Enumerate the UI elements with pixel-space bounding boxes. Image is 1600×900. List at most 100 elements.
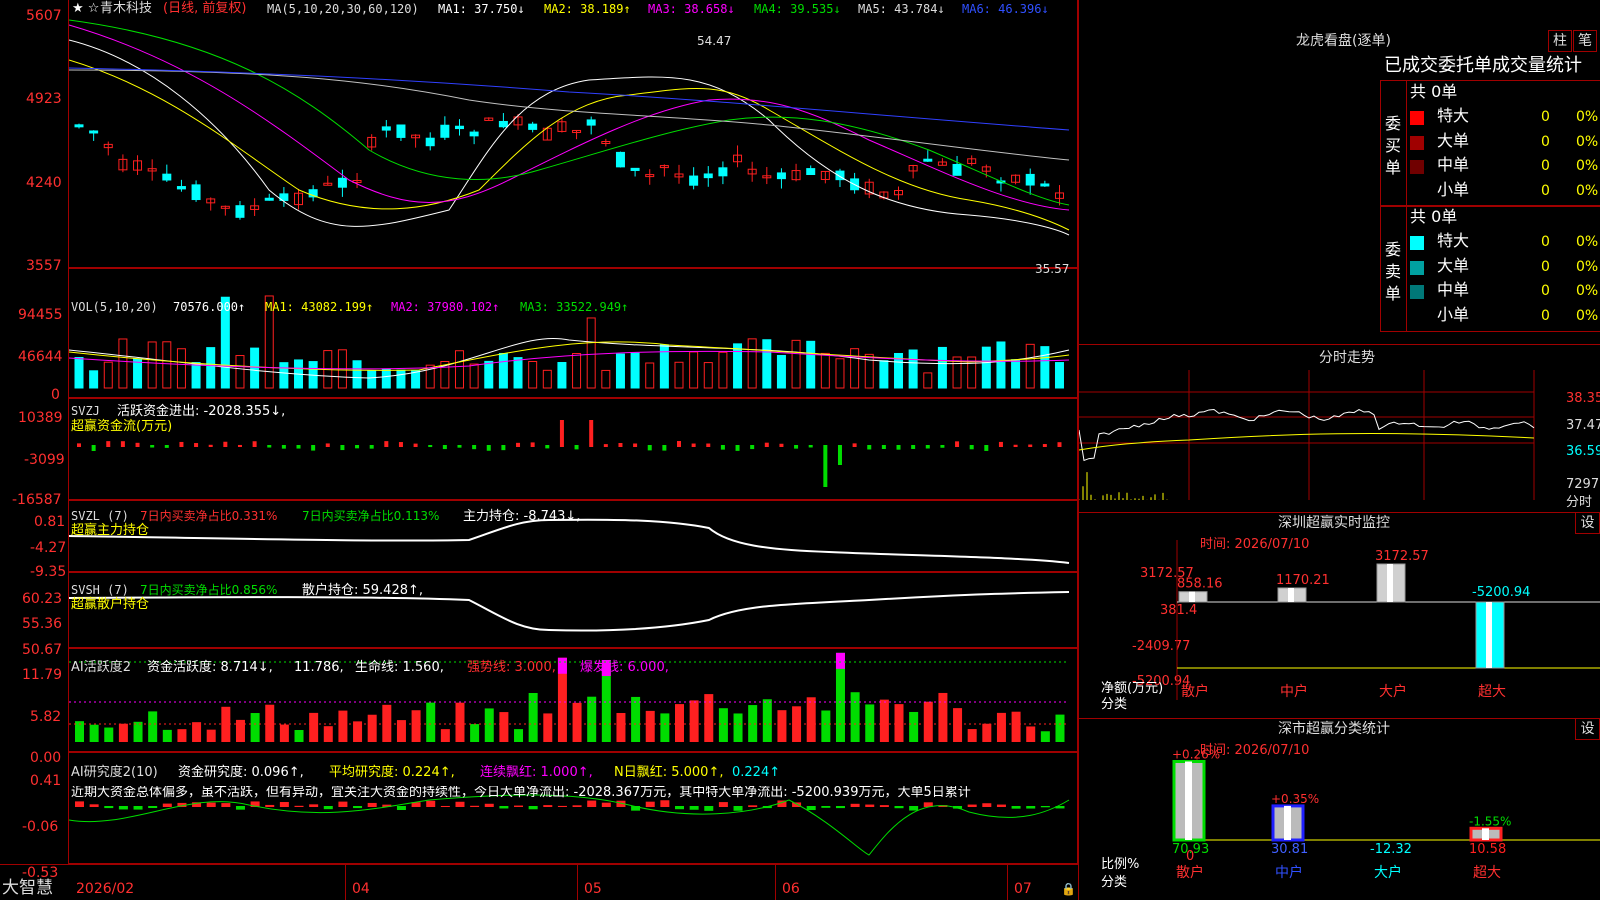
volume-bar <box>586 317 596 389</box>
research-bar <box>996 804 1006 807</box>
fund-flow-bar <box>706 443 711 447</box>
intraday-chart[interactable] <box>1079 370 1600 510</box>
favorite-stars-icon[interactable]: ★ ☆ <box>72 2 99 15</box>
intraday-vol-unit: 分时 <box>1566 495 1593 510</box>
fund-flow-bar <box>223 441 228 447</box>
ai1-tick: 5.82 <box>30 709 62 725</box>
fund-flow-bar <box>208 444 213 447</box>
svzl-c: 主力持仓: -8.743↓, <box>463 509 581 524</box>
activity-bar <box>953 708 963 742</box>
activity-bar <box>1040 731 1050 742</box>
sell-row-count: 0 <box>1541 283 1550 299</box>
kline-candle <box>776 172 786 180</box>
classify-settings-button[interactable]: 设 <box>1575 718 1600 740</box>
ai1-c: 生命线: 1.560, <box>355 660 444 675</box>
kline-candle <box>703 173 713 179</box>
volume-bar <box>923 372 933 389</box>
research-bar <box>470 805 480 807</box>
monitor-bar-highlight <box>1288 587 1294 602</box>
volume-bar <box>279 362 289 389</box>
research-bar <box>484 803 494 807</box>
fund-flow-bar <box>574 445 579 450</box>
activity-bar <box>206 729 216 742</box>
research-line <box>69 794 1070 856</box>
brand-logo[interactable]: 大智慧 <box>2 880 53 897</box>
volume-bar <box>630 352 640 389</box>
buy-color-swatch <box>1410 184 1424 199</box>
research-bar <box>396 806 406 811</box>
sell-row-name: 中单 <box>1437 280 1470 299</box>
svzj-subtitle: 超赢资金流(万元) <box>71 419 173 434</box>
volume-bar <box>937 346 947 389</box>
activity-bar <box>455 702 465 742</box>
fund-flow-bar <box>633 443 638 447</box>
fund-flow-bar <box>281 445 286 449</box>
activity-bar <box>89 724 99 742</box>
monitor-bar-highlight <box>1387 564 1393 602</box>
lock-icon[interactable]: 🔒 <box>1061 883 1076 895</box>
activity-bar <box>514 729 524 742</box>
volume-bar <box>1011 359 1021 389</box>
vol-ma1: MA1: 43082.199↑ <box>265 300 374 314</box>
fund-flow-bar <box>881 445 886 450</box>
date-label: 05 <box>584 881 602 897</box>
svzj-name: SVZJ <box>71 404 100 418</box>
classify-category-label: 大户 <box>1374 864 1402 881</box>
research-bar <box>821 806 831 808</box>
bar-mode-button[interactable]: 柱 <box>1548 30 1572 52</box>
fund-flow-bar <box>559 420 564 447</box>
fund-flow-bar <box>823 445 828 487</box>
research-bar <box>1011 806 1021 809</box>
kline-candle <box>89 130 99 134</box>
svzl-subtitle: 超赢主力持仓 <box>71 523 150 538</box>
kline-candle <box>337 177 347 188</box>
volume-bar <box>469 363 479 389</box>
main-position-line <box>69 518 1070 564</box>
activity-bar <box>879 699 889 742</box>
monitor-bar-highlight <box>1189 591 1195 602</box>
svzl-tick: -4.27 <box>30 540 67 556</box>
ai1-tick: 11.79 <box>22 667 63 683</box>
fund-flow-bar <box>164 445 169 448</box>
activity-bar <box>777 710 787 742</box>
activity-bar <box>148 711 158 742</box>
kline-candle <box>235 205 245 218</box>
monitor-value-label: 3172.57 <box>1375 549 1429 564</box>
activity-bar <box>689 700 699 742</box>
activity-bar <box>470 724 480 742</box>
order-stats-subtitle: 已成交委托单成交量统计 <box>1384 55 1582 76</box>
activity-bar <box>704 694 714 742</box>
fund-flow-bar <box>925 445 930 449</box>
activity-bar <box>675 704 684 742</box>
research-bar <box>748 805 758 807</box>
ai2-b: 平均研究度: 0.224↑, <box>329 765 455 780</box>
monitor-category-label: 超大 <box>1478 684 1506 700</box>
research-bar <box>879 805 889 807</box>
volume-bar <box>1040 346 1050 389</box>
activity-bar <box>279 724 289 742</box>
research-bar <box>367 802 377 807</box>
kline-candle <box>923 158 933 162</box>
fund-flow-bar <box>428 445 433 448</box>
ma2-value: MA2: 38.189↑ <box>544 2 631 16</box>
ma-line <box>69 39 1070 236</box>
fund-flow-bar <box>618 442 623 447</box>
classify-bar-highlight <box>1482 828 1489 840</box>
monitor-settings-button[interactable]: 设 <box>1575 512 1600 534</box>
sell-row-percent: 0% <box>1576 307 1599 324</box>
fund-flow-bar <box>677 441 681 447</box>
activity-bar <box>440 729 450 742</box>
ma1-value: MA1: 37.750↓ <box>438 2 525 16</box>
ai2-name: AI研究度2(10) <box>71 765 158 780</box>
research-bar <box>1040 806 1050 808</box>
fund-flow-bar <box>267 445 272 448</box>
fund-flow-bar <box>867 445 872 450</box>
chart-mode[interactable]: (日线, 前复权) <box>163 2 246 15</box>
activity-bar <box>162 729 172 742</box>
fund-flow-bar <box>135 442 140 447</box>
tick-mode-button[interactable]: 笔 <box>1573 30 1597 52</box>
kline-chart[interactable] <box>69 0 1077 864</box>
research-bar <box>118 806 128 810</box>
ai1-e: 爆发线: 6.000, <box>580 660 669 675</box>
research-bar <box>265 804 275 807</box>
